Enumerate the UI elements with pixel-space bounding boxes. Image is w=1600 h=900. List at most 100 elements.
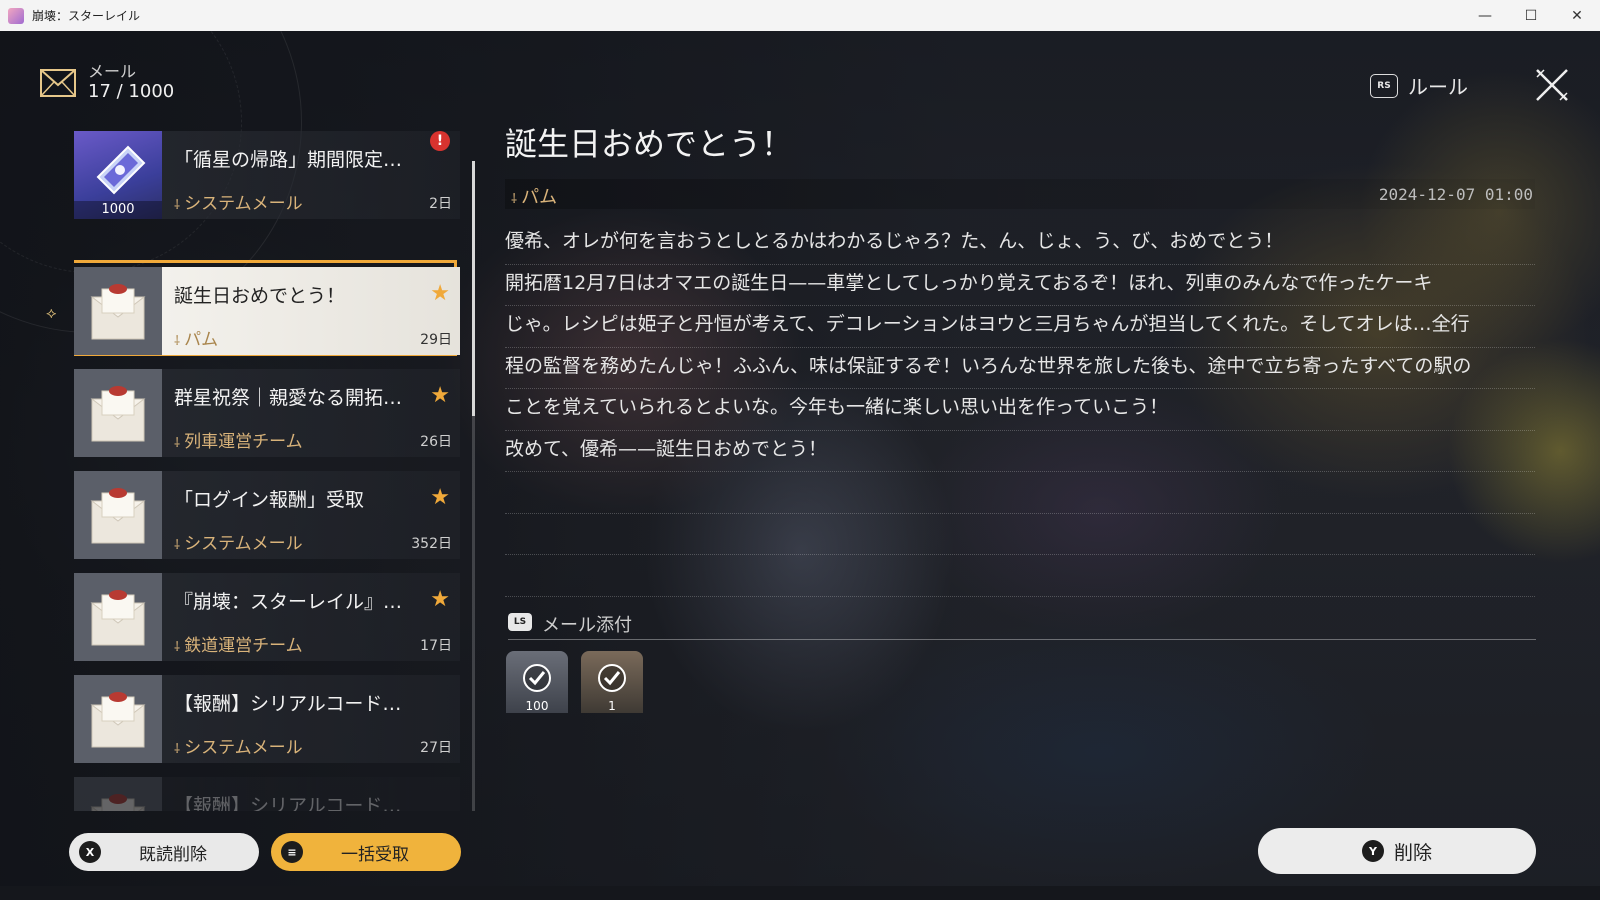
mail-list-scrollbar[interactable] xyxy=(472,161,475,811)
mail-body-line xyxy=(505,514,1535,555)
mail-envelope-icon xyxy=(40,69,76,97)
item-thumbnail xyxy=(74,471,162,559)
mail-body-line: じゃ。レシピは姫子と丹恒が考えて、デコレーションはヨウと三月ちゃんが担当してくれ… xyxy=(505,306,1535,348)
mail-body-line xyxy=(505,555,1535,597)
delete-read-label: 既読削除 xyxy=(139,844,207,865)
mail-subject: 「循星の帰路」期間限定… xyxy=(174,149,403,171)
mail-body-line: ことを覚えていられるとよいな。今年も一緒に楽しい思い出を作っていこう！ xyxy=(505,389,1535,431)
delete-button[interactable]: Y 削除 xyxy=(1258,828,1536,874)
item-thumbnail xyxy=(74,777,162,811)
mail-list-item[interactable]: 『崩壊：スターレイル』… 鉄道運営チーム 17日 ★ xyxy=(74,573,460,661)
mail-list-item-body: 【報酬】シリアルコード… xyxy=(162,777,460,811)
mail-list-item[interactable]: 【報酬】シリアルコード… xyxy=(74,777,460,811)
mail-subject: 誕生日おめでとう！ xyxy=(174,285,346,307)
mail-sender: システムメール xyxy=(174,529,303,554)
star-rail-pass-icon xyxy=(96,145,146,195)
star-icon: ★ xyxy=(430,383,450,408)
mail-list-item-body: 群星祝祭｜親愛なる開拓… 列車運営チーム 26日 ★ xyxy=(162,369,460,457)
mail-days: 27日 xyxy=(420,740,452,756)
letter-envelope-icon xyxy=(90,794,146,811)
mail-detail-meta: パム 2024-12-07 01:00 xyxy=(505,179,1535,209)
item-thumbnail xyxy=(74,267,162,355)
mail-list-item-body: 「循星の帰路」期間限定… システムメール 2日 ! xyxy=(162,131,460,219)
window-title: 崩壊：スターレイル xyxy=(32,9,141,23)
mail-days: 17日 xyxy=(420,638,452,654)
item-thumbnail xyxy=(74,369,162,457)
mail-body-line: 優希、オレが何を言おうとしとるかはわかるじゃろ？た、ん、じょ、う、び、おめでとう… xyxy=(505,223,1535,265)
rs-key-icon: RS xyxy=(1370,73,1398,98)
attachment-credits[interactable]: 100 xyxy=(506,651,568,713)
mail-list-item[interactable]: 【報酬】シリアルコード… システムメール 27日 xyxy=(74,675,460,763)
mail-subject: 『崩壊：スターレイル』… xyxy=(174,591,403,613)
item-quantity: 1000 xyxy=(74,201,162,219)
rules-label: ルール xyxy=(1408,75,1468,99)
mail-detail-date: 2024-12-07 01:00 xyxy=(1378,185,1533,204)
mail-header-label: メール xyxy=(88,62,137,81)
window-controls: — ☐ ✕ xyxy=(1462,0,1600,31)
close-icon[interactable] xyxy=(1534,67,1570,103)
maximize-button[interactable]: ☐ xyxy=(1508,0,1554,31)
delete-read-button[interactable]: X 既読削除 xyxy=(69,833,259,871)
y-key-icon: Y xyxy=(1361,840,1384,862)
attachment-quantity: 100 xyxy=(525,699,549,713)
mail-subject: 【報酬】シリアルコード… xyxy=(174,795,402,811)
scrollbar-thumb[interactable] xyxy=(472,161,475,416)
mail-list-item[interactable]: 「ログイン報酬」受取 システムメール 352日 ★ xyxy=(74,471,460,559)
mail-sender: 鉄道運営チーム xyxy=(174,631,303,656)
mail-sender: パム xyxy=(174,325,218,350)
letter-envelope-icon xyxy=(90,488,146,544)
attachment-cake-item[interactable]: 1 xyxy=(581,651,643,713)
bottom-strip xyxy=(0,886,1600,900)
item-thumbnail xyxy=(74,573,162,661)
mail-days: 352日 xyxy=(411,536,452,552)
item-thumbnail xyxy=(74,675,162,763)
minimize-button[interactable]: — xyxy=(1462,0,1508,31)
mail-subject: 群星祝祭｜親愛なる開拓… xyxy=(174,387,403,409)
mail-detail-sender: パム xyxy=(511,183,557,209)
claim-all-button[interactable]: ≡ 一括受取 xyxy=(271,833,461,871)
letter-envelope-icon xyxy=(90,386,146,442)
attachments-header: LS メール添付 xyxy=(508,609,1536,640)
game-viewport: メール 17 / 1000 RS ルール ⟡ 1000 「循星の帰路」期間限定… xyxy=(0,31,1600,900)
x-key-icon: X xyxy=(79,841,101,863)
item-thumbnail: 1000 xyxy=(74,131,162,219)
mail-list[interactable]: 1000 「循星の帰路」期間限定… システムメール 2日 ! 誕生日おめでと xyxy=(74,131,464,811)
mail-days: 26日 xyxy=(420,434,452,450)
alert-icon: ! xyxy=(430,131,450,151)
mail-subject: 「ログイン報酬」受取 xyxy=(174,489,365,511)
star-icon: ★ xyxy=(430,485,450,510)
mail-sender: システムメール xyxy=(174,733,303,758)
letter-envelope-icon xyxy=(90,284,146,340)
attachment-quantity: 1 xyxy=(608,699,616,713)
mail-body-line: 改めて、優希——誕生日おめでとう！ xyxy=(505,431,1535,472)
mail-sender: 列車運営チーム xyxy=(174,427,303,452)
mail-count: 17 / 1000 xyxy=(88,81,175,102)
mail-list-item[interactable]: 群星祝祭｜親愛なる開拓… 列車運営チーム 26日 ★ xyxy=(74,369,460,457)
claim-all-label: 一括受取 xyxy=(341,844,409,865)
mail-days: 2日 xyxy=(429,196,452,212)
mail-body-line xyxy=(505,472,1535,514)
mail-sender: システムメール xyxy=(174,189,303,214)
mail-body-line: 開拓暦12月7日はオマエの誕生日——車掌としてしっかり覚えておるぞ！ほれ、列車の… xyxy=(505,265,1535,306)
letter-envelope-icon xyxy=(90,590,146,646)
mail-header: メール 17 / 1000 xyxy=(40,63,174,103)
menu-key-icon: ≡ xyxy=(281,841,303,863)
mail-body-line: 程の監督を務めたんじゃ！ふふん、味は保証するぞ！いろんな世界を旅した後も、途中で… xyxy=(505,348,1535,389)
letter-envelope-icon xyxy=(90,692,146,748)
mail-list-item-body: 【報酬】シリアルコード… システムメール 27日 xyxy=(162,675,460,763)
mail-list-item-body: 誕生日おめでとう！ パム 29日 ★ xyxy=(162,267,460,355)
mail-list-item-selected[interactable]: 誕生日おめでとう！ パム 29日 ★ xyxy=(74,260,460,356)
mail-detail-title: 誕生日おめでとう！ xyxy=(505,125,794,163)
app-icon xyxy=(8,7,24,24)
attachments-label: メール添付 xyxy=(542,615,632,636)
mail-list-item-body: 「ログイン報酬」受取 システムメール 352日 ★ xyxy=(162,471,460,559)
mail-days: 29日 xyxy=(420,332,452,348)
star-icon: ★ xyxy=(430,281,450,306)
window-titlebar: 崩壊：スターレイル — ☐ ✕ xyxy=(0,0,1600,32)
mail-list-item[interactable]: 1000 「循星の帰路」期間限定… システムメール 2日 ! xyxy=(74,131,460,219)
ls-key-icon: LS xyxy=(508,613,532,631)
rules-button[interactable]: RS ルール xyxy=(1370,71,1468,100)
window-close-button[interactable]: ✕ xyxy=(1554,0,1600,31)
star-icon: ★ xyxy=(430,587,450,612)
claimed-check-icon xyxy=(598,664,626,692)
